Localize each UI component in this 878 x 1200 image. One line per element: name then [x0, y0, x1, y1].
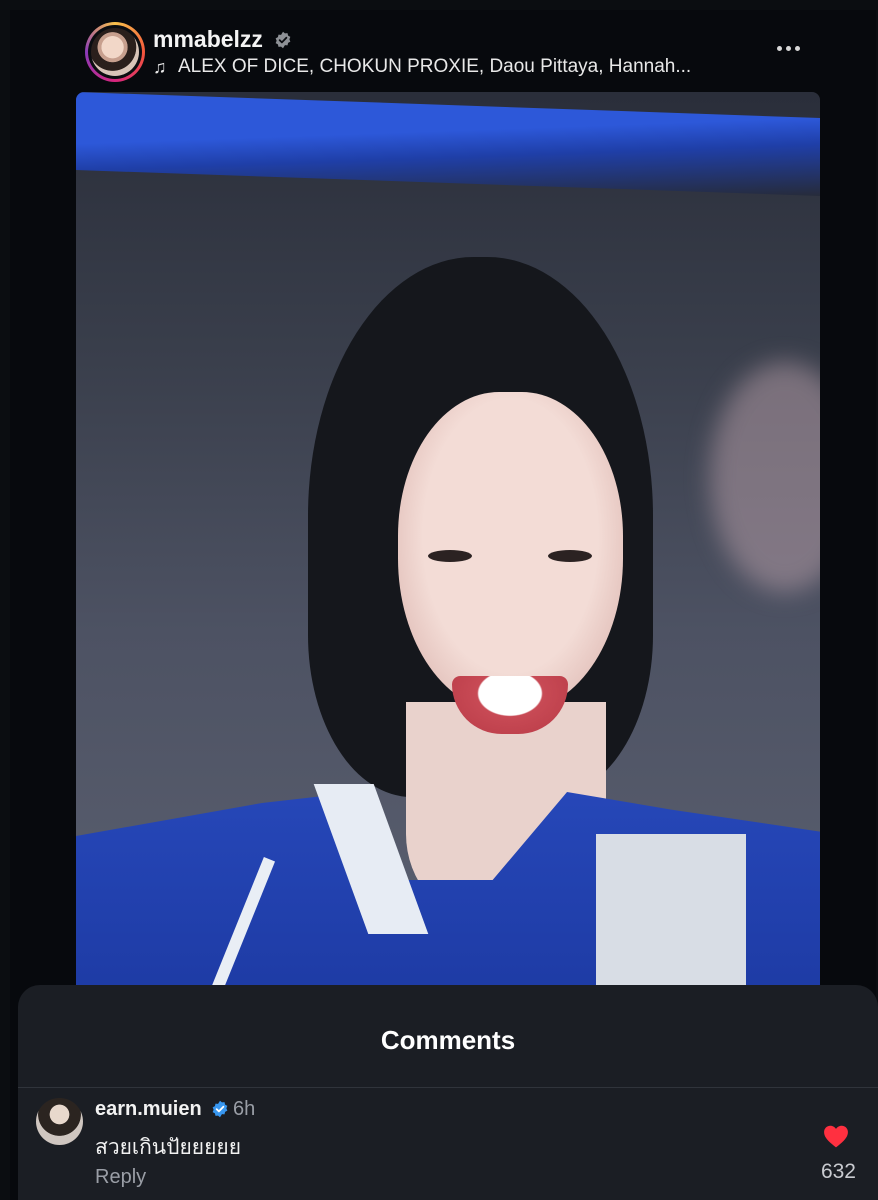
- post-music-label[interactable]: ALEX OF DICE, CHOKUN PROXIE, Daou Pittay…: [178, 56, 691, 78]
- more-options-icon[interactable]: [772, 40, 804, 56]
- comments-title: Comments: [380, 1025, 516, 1055]
- post-header: mmabelzz ♫ ALEX OF DICE, CHOKUN PROXIE, …: [0, 0, 878, 92]
- comment-author-username[interactable]: earn.muien: [95, 1098, 202, 1121]
- comment-like-count: 632: [820, 1160, 856, 1183]
- reply-button[interactable]: Reply: [95, 1166, 146, 1189]
- avatar-image: [91, 28, 139, 76]
- verified-badge-icon: [212, 1100, 228, 1118]
- divider: [18, 1087, 878, 1088]
- verified-badge-icon: [275, 31, 291, 49]
- post-photo[interactable]: [76, 92, 820, 992]
- comment-author-avatar[interactable]: [36, 1098, 83, 1145]
- comment-text: สวยเกินปัยยยยย: [95, 1136, 242, 1159]
- comment-timestamp: 6h: [233, 1098, 256, 1120]
- post-author-avatar[interactable]: [85, 22, 145, 82]
- heart-icon[interactable]: [823, 1124, 849, 1148]
- post-author-username[interactable]: mmabelzz: [153, 26, 263, 53]
- comments-sheet: [18, 985, 878, 1200]
- music-note-icon: ♫: [153, 57, 167, 77]
